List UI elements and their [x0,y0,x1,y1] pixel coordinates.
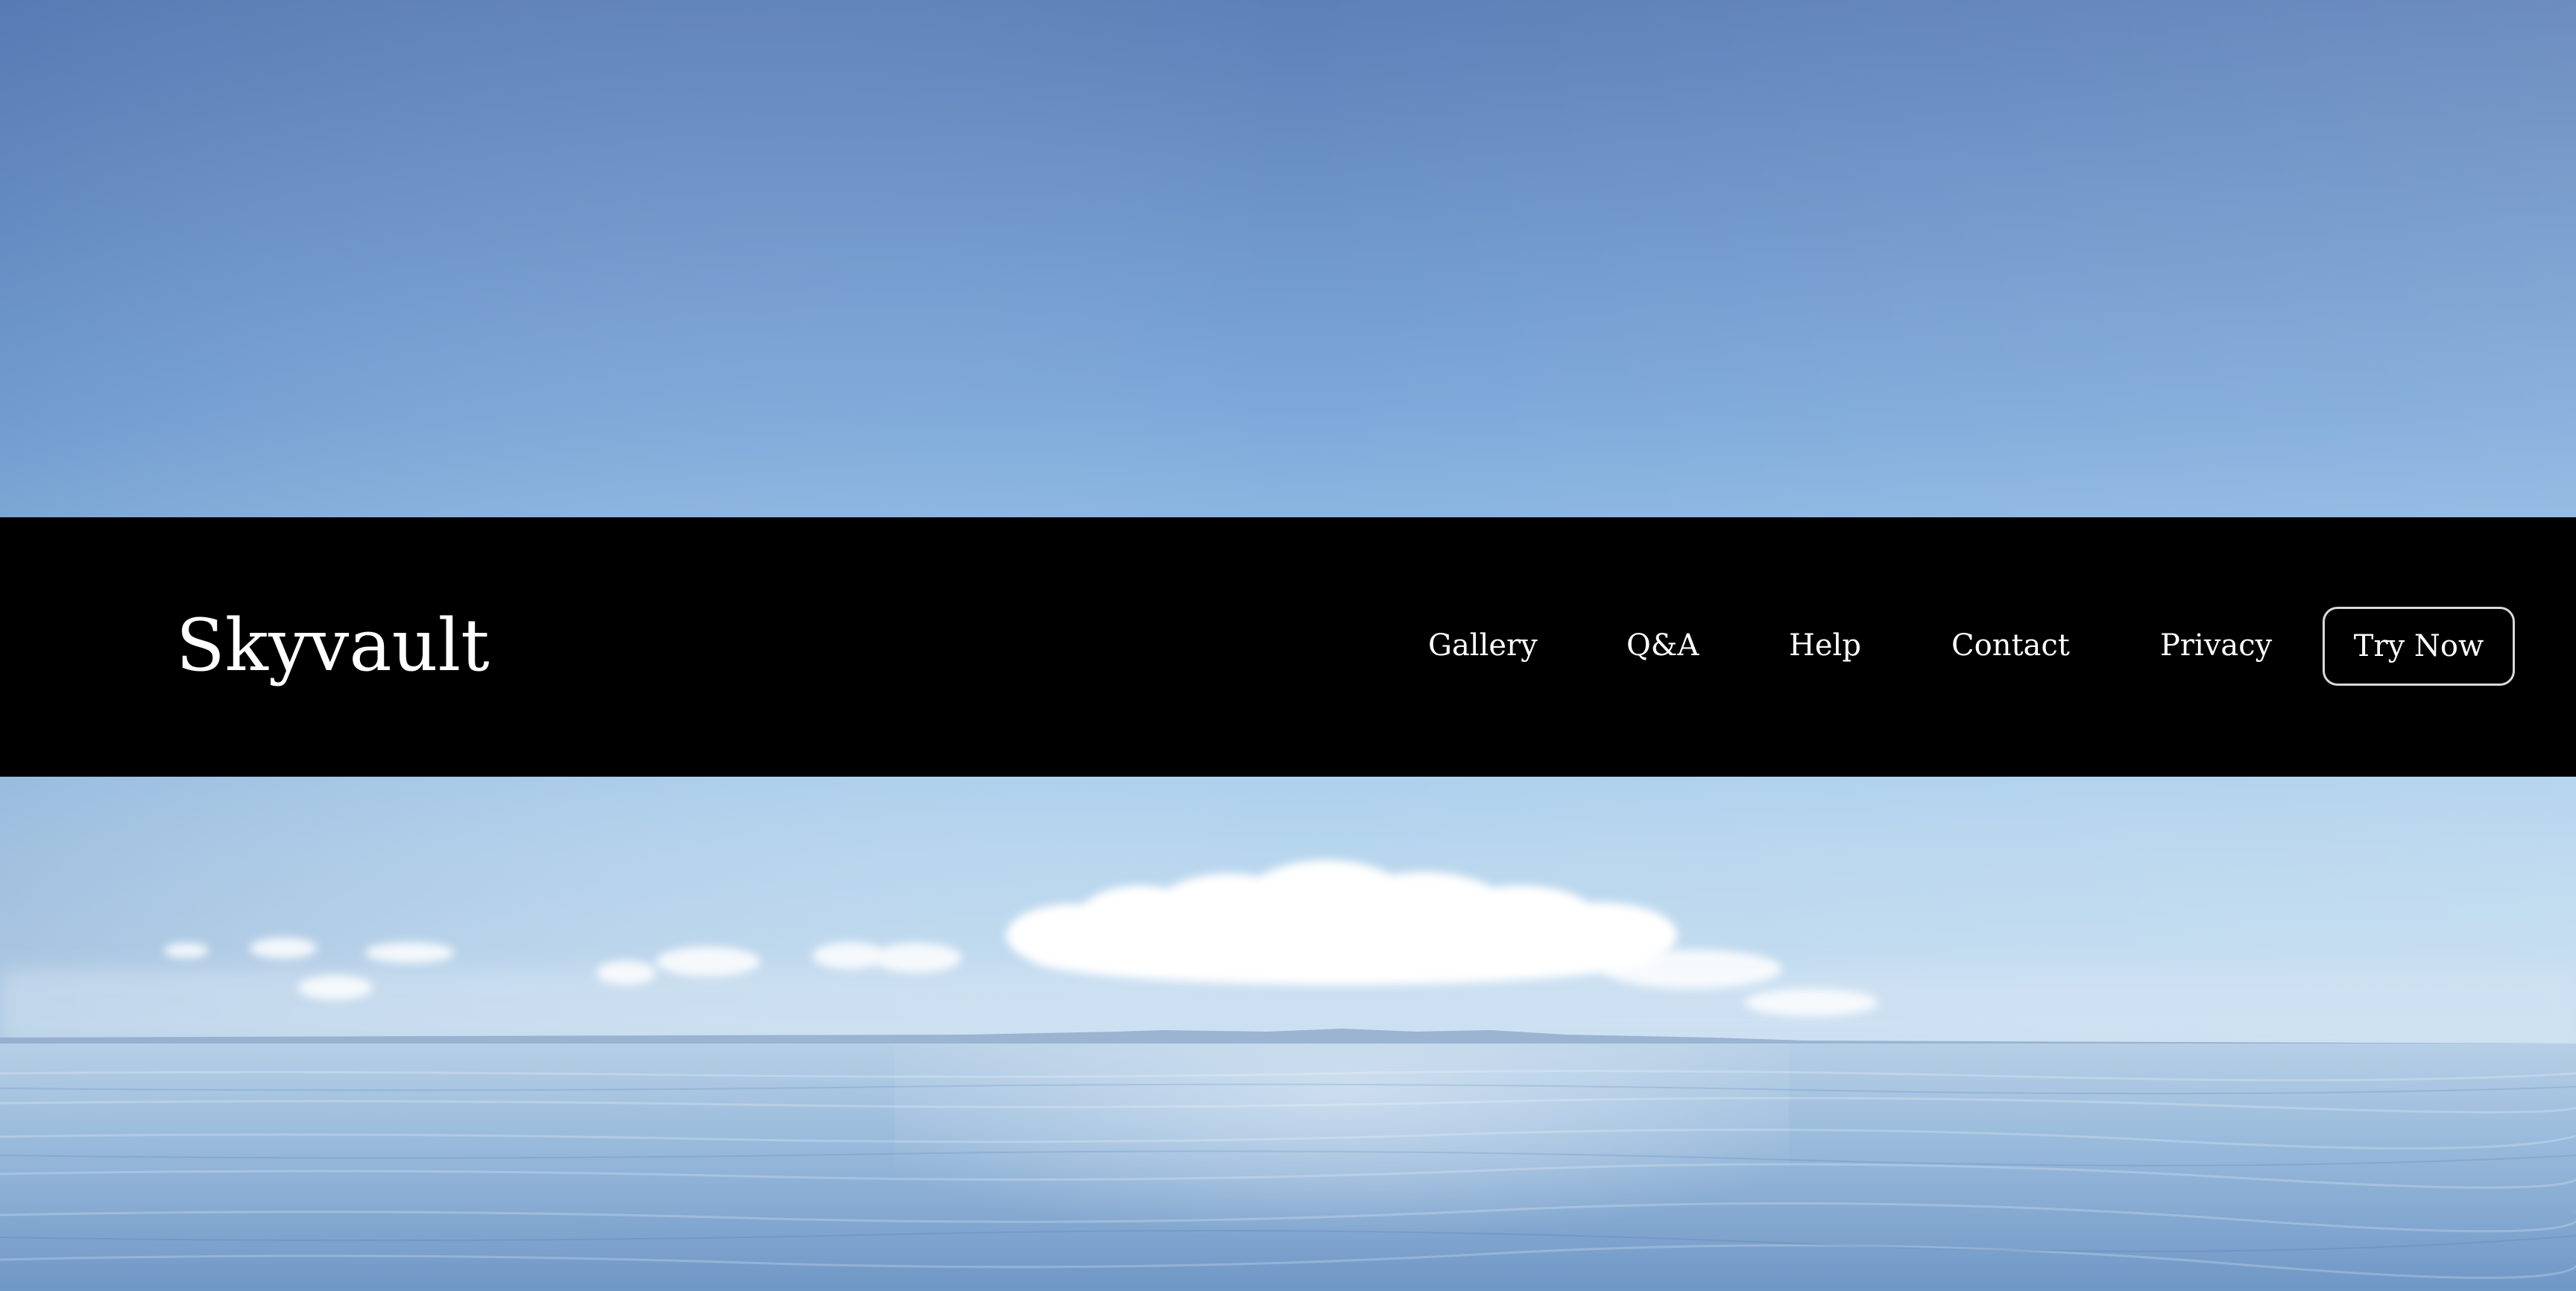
top-navigation-bar: Skyvault Gallery Q&A Help Contact Privac… [0,517,2576,777]
nav-link-gallery[interactable]: Gallery [1428,625,1538,666]
landing-page: Skyvault Gallery Q&A Help Contact Privac… [0,0,2576,1291]
nav-link-qa[interactable]: Q&A [1626,625,1699,666]
nav-link-privacy[interactable]: Privacy [2160,625,2272,666]
brand-logo[interactable]: Skyvault [176,601,490,690]
nav-link-contact[interactable]: Contact [1951,625,2070,666]
nav-link-help[interactable]: Help [1789,625,1861,666]
try-now-button[interactable]: Try Now [2323,607,2515,686]
